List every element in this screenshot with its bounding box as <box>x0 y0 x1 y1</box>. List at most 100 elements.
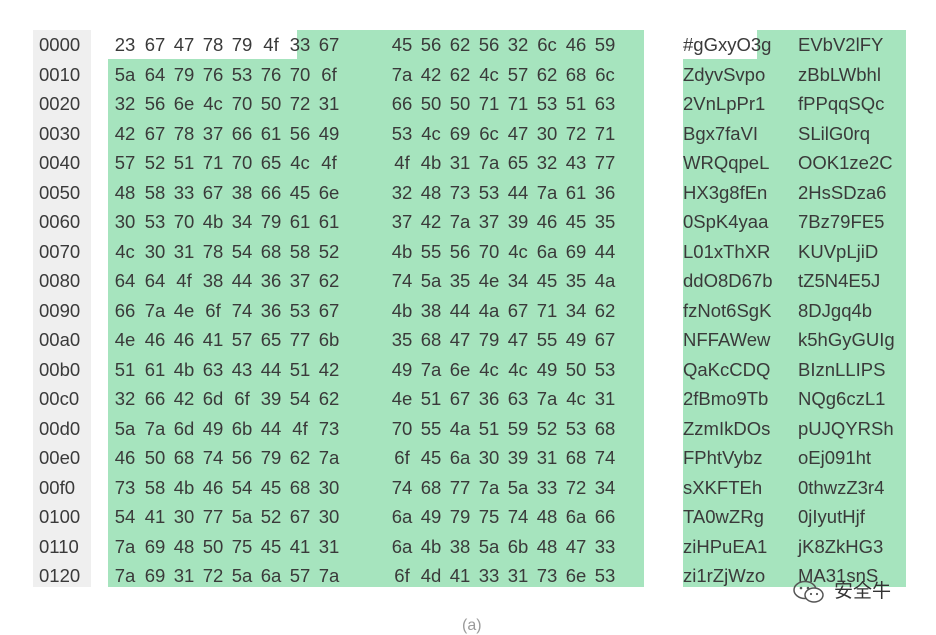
hex-byte: 7a <box>536 181 558 203</box>
hex-byte: 39 <box>507 447 529 468</box>
hex-byte: 38 <box>449 535 471 557</box>
hex-row: 00e0 46 50 68 74 56 79 62 7a 6f 45 6a 30 39 31 68 74 FPht… <box>0 443 936 472</box>
hex-byte: 34 <box>507 270 529 291</box>
watermark: 安全牛 <box>792 578 912 606</box>
hex-byte: 61 <box>565 181 587 203</box>
hex-byte: 30 <box>173 506 195 527</box>
row-offset: 0040 <box>39 152 81 173</box>
hex-row: 0020 32 56 6e 4c 70 50 72 31 66 50 50 71 71 53 51 63 2VnL… <box>0 89 936 118</box>
hex-byte: 7a <box>478 152 500 173</box>
hex-byte: 56 <box>449 240 471 262</box>
hex-byte: 7a <box>420 358 442 380</box>
ascii-left: ziHPuEA1 <box>683 535 768 557</box>
hex-byte: 4b <box>420 535 442 557</box>
hex-byte: 66 <box>594 506 616 527</box>
hex-row: 0030 42 67 78 37 66 61 56 49 53 4c 69 6c 47 30 72 71 Bgx7… <box>0 119 936 148</box>
hex-byte: 69 <box>565 240 587 262</box>
hex-byte: 4b <box>391 240 413 262</box>
hex-byte: 4c <box>290 152 310 173</box>
hex-byte: 51 <box>478 417 500 439</box>
ascii-right: OOK1ze2C <box>798 152 893 173</box>
hex-byte: 58 <box>144 476 166 498</box>
hex-byte: 33 <box>478 565 500 586</box>
ascii-left: 0SpK4yaa <box>683 211 769 232</box>
hex-byte: 67 <box>202 181 224 203</box>
hex-byte: 32 <box>536 152 558 173</box>
hex-row: 00d0 5a 7a 6d 49 6b 44 4f 73 70 55 4a 51 59 52 53 68 ZzmI… <box>0 414 936 443</box>
hex-byte: 33 <box>536 476 558 498</box>
hex-row: 0050 48 58 33 67 38 66 45 6e 32 48 73 53 44 7a 61 36 HX3g… <box>0 178 936 207</box>
ascii-right: pUJQYRSh <box>798 417 894 439</box>
hex-byte: 31 <box>173 565 195 586</box>
hex-byte: 45 <box>565 211 587 232</box>
hex-byte: 42 <box>318 358 340 380</box>
row-offset: 0030 <box>39 122 81 144</box>
figure-caption: (a) <box>462 617 482 634</box>
hex-byte: 4b <box>173 358 195 380</box>
hex-byte: 50 <box>565 358 587 380</box>
hex-byte: 6f <box>205 299 221 321</box>
ascii-right: 2HsSDza6 <box>798 181 887 203</box>
hex-byte: 52 <box>260 506 282 527</box>
hex-byte: 49 <box>565 329 587 350</box>
hex-byte: 59 <box>594 34 616 55</box>
hex-byte: 5a <box>507 476 529 498</box>
hex-byte: 6a <box>391 535 413 557</box>
ascii-left: TA0wZRg <box>683 506 764 527</box>
hex-byte: 41 <box>449 565 471 586</box>
hex-byte: 76 <box>260 63 282 85</box>
hex-byte: 77 <box>449 476 471 498</box>
hex-byte: 4e <box>391 388 413 409</box>
hex-byte: 39 <box>507 211 529 232</box>
hex-byte: 45 <box>260 535 282 557</box>
hex-byte: 47 <box>507 122 529 144</box>
hex-byte: 7a <box>114 535 136 557</box>
hex-byte: 6e <box>318 181 340 203</box>
hex-byte: 7a <box>449 211 471 232</box>
hex-byte: 55 <box>420 240 442 262</box>
hex-byte: 74 <box>391 476 413 498</box>
hex-byte: 45 <box>260 476 282 498</box>
hex-byte: 6a <box>565 506 587 527</box>
ascii-left: 2VnLpPr1 <box>683 93 766 114</box>
hex-byte: 48 <box>173 535 195 557</box>
ascii-right: EVbV2lFY <box>798 34 884 55</box>
hex-byte: 46 <box>114 447 136 468</box>
hex-byte: 47 <box>507 329 529 350</box>
ascii-left: FPhtVybz <box>683 447 763 468</box>
hex-byte: 52 <box>536 417 558 439</box>
hex-byte: 71 <box>478 93 500 114</box>
hex-byte: 44 <box>260 417 282 439</box>
row-offset: 0080 <box>39 270 81 291</box>
hex-byte: 6c <box>479 122 499 144</box>
hex-byte: 5a <box>231 506 253 527</box>
hex-byte: 51 <box>173 152 195 173</box>
hex-byte: 4c <box>479 358 499 380</box>
hex-byte: 61 <box>318 211 340 232</box>
ascii-right: 0jIyutHjf <box>798 506 865 527</box>
hex-byte: 53 <box>594 358 616 380</box>
hex-byte: 41 <box>144 506 166 527</box>
hex-row: 00b0 51 61 4b 63 43 44 51 42 49 7a 6e 4c 4c 49 50 53 QaKc… <box>0 355 936 384</box>
hex-byte: 56 <box>231 447 253 468</box>
hex-byte: 46 <box>536 211 558 232</box>
ascii-left: ddO8D67b <box>683 270 773 291</box>
ascii-right: zBbLWbhl <box>798 63 881 85</box>
hex-byte: 5a <box>478 535 500 557</box>
row-offset: 0110 <box>39 535 79 557</box>
hex-byte: 6f <box>321 63 337 85</box>
row-offset: 0010 <box>39 63 81 85</box>
hex-byte: 57 <box>231 329 253 350</box>
hex-byte: 4a <box>594 270 616 291</box>
hex-byte: 48 <box>420 181 442 203</box>
ascii-right: NQg6czL1 <box>798 388 886 409</box>
hex-byte: 46 <box>144 329 166 350</box>
hex-byte: 62 <box>289 447 311 468</box>
hex-byte: 37 <box>202 122 224 144</box>
wechat-icon <box>793 580 824 603</box>
hex-byte: 77 <box>289 329 311 350</box>
hex-byte: 7a <box>114 565 136 586</box>
hex-byte: 62 <box>536 63 558 85</box>
hex-byte: 67 <box>449 388 471 409</box>
hex-byte: 45 <box>420 447 442 468</box>
